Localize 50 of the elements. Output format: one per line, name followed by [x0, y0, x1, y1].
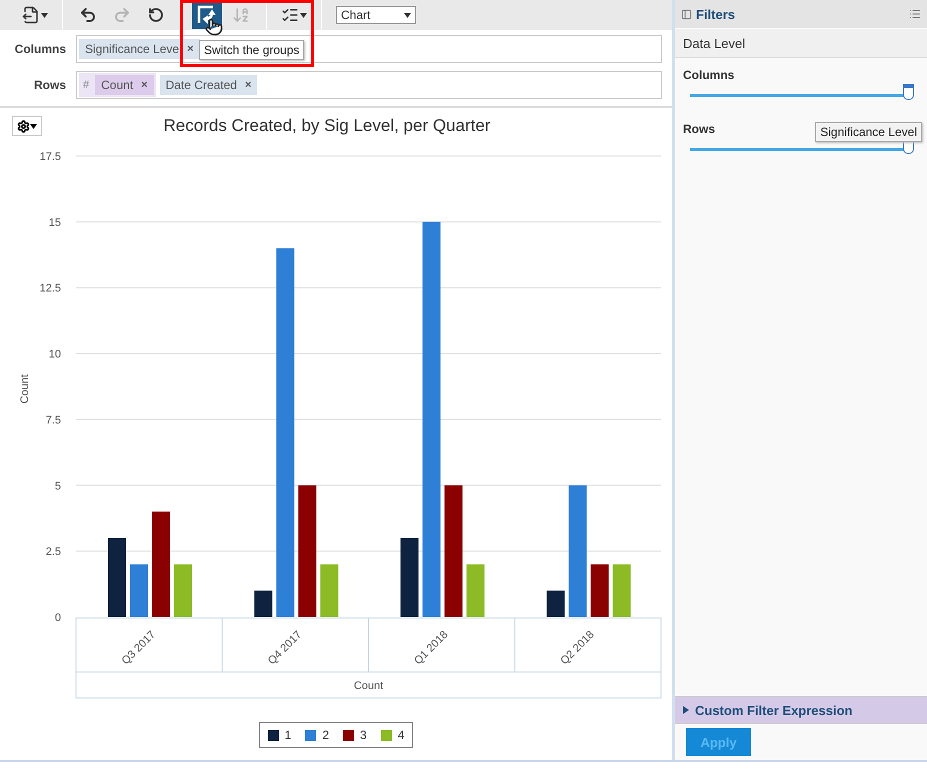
- chart-title: Records Created, by Sig Level, per Quarter: [162, 116, 492, 136]
- caret-icon: [30, 124, 37, 128]
- legend-label: 1: [284, 728, 292, 742]
- gear-icon: [17, 120, 30, 132]
- legend-label: 3: [360, 728, 367, 742]
- field-chip[interactable]: Count ×: [95, 75, 154, 95]
- field-chip[interactable]: Date Created ×: [160, 75, 258, 95]
- redo-icon: [113, 6, 131, 24]
- chart-settings-button[interactable]: [12, 116, 42, 136]
- measure-symbol: #: [83, 79, 90, 91]
- field-chip[interactable]: Significance Leve ×: [79, 39, 200, 59]
- view-select[interactable]: Chart: [336, 6, 416, 24]
- export-icon: [22, 6, 40, 24]
- caret-icon: [300, 12, 307, 18]
- slider-tooltip: Significance Level: [815, 122, 922, 142]
- section-title: Data Level: [675, 29, 927, 58]
- rows-shelf[interactable]: # Count × Date Created ×: [76, 71, 662, 99]
- caret-icon: [41, 12, 48, 18]
- shelf-label: Columns: [14, 42, 67, 56]
- switch-tooltip: Switch the groups: [199, 40, 304, 60]
- axis-tick-label: 10: [48, 348, 61, 361]
- slider-label: Columns: [683, 68, 734, 82]
- checklist-icon: [281, 6, 299, 24]
- caret-icon: [404, 12, 411, 18]
- custom-filter-header[interactable]: Custom Filter Expression: [675, 696, 927, 724]
- axis-tick-label: 2.5: [46, 546, 61, 558]
- expand-icon: [683, 706, 689, 714]
- switch-icon: [197, 5, 217, 25]
- reset-icon: [148, 7, 164, 23]
- panel-title: Filters: [696, 6, 736, 22]
- legend-label: 4: [398, 728, 404, 742]
- axis-title: Count: [19, 374, 31, 404]
- shelf-label: Rows: [32, 78, 67, 92]
- slider-thumb[interactable]: [903, 84, 914, 100]
- axis-tick-label: 5: [54, 480, 61, 492]
- axis-tick-label: 12.5: [40, 282, 61, 295]
- remove-icon[interactable]: ×: [141, 79, 148, 91]
- remove-icon[interactable]: ×: [244, 79, 252, 91]
- panel-icon: [681, 8, 692, 20]
- hand-cursor-icon: [205, 18, 223, 36]
- sort-icon: [232, 6, 250, 24]
- axis-tick-label: 15: [48, 216, 61, 229]
- axis-tick-label: 7.5: [46, 414, 61, 426]
- remove-icon[interactable]: ×: [187, 43, 194, 55]
- axis-tick-label: 17.5: [40, 151, 61, 163]
- legend-label: 2: [322, 728, 329, 742]
- axis-title: Count: [354, 680, 384, 692]
- slider-label: Rows: [683, 122, 716, 136]
- axis-tick-label: 0: [54, 612, 61, 624]
- undo-icon: [79, 6, 97, 24]
